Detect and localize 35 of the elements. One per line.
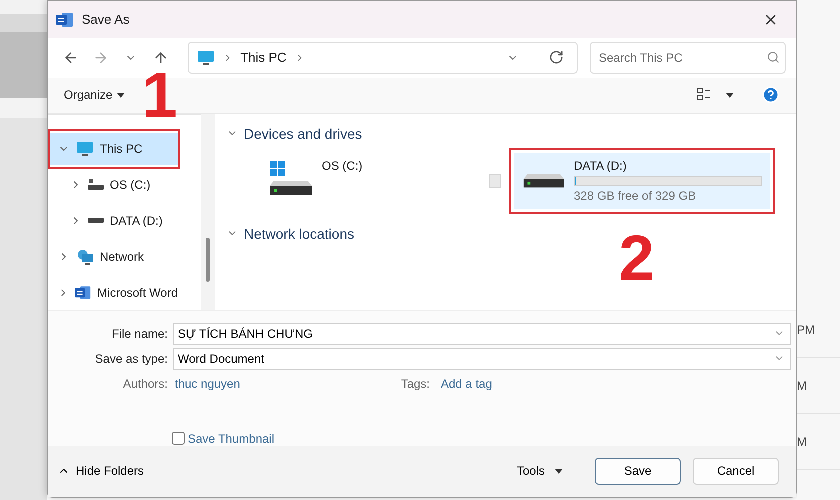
field-label: File name: (110, 326, 168, 341)
breadcrumb[interactable]: This PC (240, 50, 287, 66)
window-title: Save As (82, 12, 131, 28)
add-tag-link[interactable]: Add a tag (441, 376, 492, 391)
time-text: M (797, 434, 807, 448)
annotation-number: 1 (142, 62, 178, 127)
section-title: Devices and drives (244, 126, 362, 142)
organize-button[interactable]: Organize (64, 88, 125, 102)
drive-free-space: 328 GB free of 329 GB (574, 188, 698, 203)
search-field[interactable]: Search This PC (590, 42, 786, 74)
time-text: PM (797, 322, 815, 336)
save-type-dropdown[interactable]: Word Document (173, 348, 791, 370)
tools-button[interactable]: Tools (516, 464, 563, 478)
annotation-number: 2 (619, 226, 655, 290)
section-title: Network locations (244, 226, 354, 242)
sidebar-item[interactable]: This PC (50, 132, 178, 165)
cancel-button[interactable]: Cancel (693, 458, 779, 485)
file-name-field[interactable]: SỰ TÍCH BÁNH CHƯNG (173, 322, 791, 345)
sidebar-item[interactable]: OS (C:) (50, 168, 178, 201)
authors-link[interactable]: thuc nguyen (175, 376, 385, 391)
field-label: Authors: (122, 376, 168, 391)
sidebar-item[interactable]: Microsoft Word (50, 276, 178, 309)
drive-name: DATA (D:) (574, 158, 628, 173)
checkbox-label[interactable]: Save Thumbnail (188, 432, 274, 446)
field-label: Save as type: (94, 352, 168, 366)
field-label: Tags: (400, 376, 430, 391)
drive-tile[interactable]: OS (C:) (260, 152, 380, 209)
time-text: M (797, 378, 807, 392)
sidebar-item[interactable]: DATA (D:) (50, 204, 178, 237)
drive-tile[interactable]: DATA (D:) 328 GB free of 329 GB (514, 152, 770, 209)
drive-name: OS (C:) (322, 158, 363, 173)
save-button[interactable]: Save (595, 458, 681, 485)
hide-folders-button[interactable]: Hide Folders (58, 464, 144, 478)
address-bar[interactable]: This PC (188, 42, 578, 74)
sidebar-item[interactable]: Network (50, 240, 178, 273)
